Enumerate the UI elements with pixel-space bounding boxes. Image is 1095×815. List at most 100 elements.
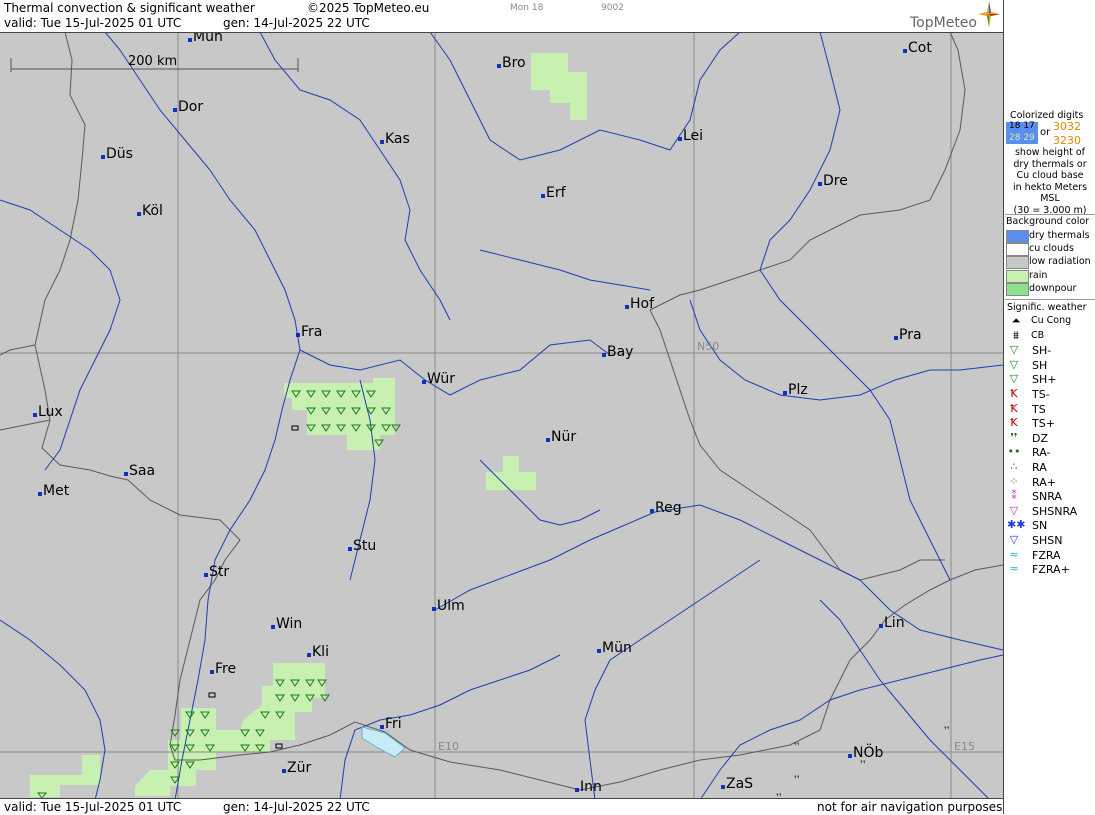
city-label: Saa	[129, 463, 155, 479]
generated-time: gen: 14-Jul-2025 22 UTC	[223, 16, 370, 30]
city-marker	[597, 649, 601, 653]
city-label: Win	[276, 616, 302, 632]
snow-icon: ✱✱	[1007, 518, 1026, 532]
showers-icon: ▽	[1009, 357, 1019, 371]
legend-weather-label: RA+	[1032, 475, 1056, 489]
city-marker	[422, 380, 426, 384]
city-label: Pra	[899, 327, 922, 343]
legend-digits-orange-2: 3230	[1053, 134, 1081, 147]
svg-text:❜❜: ❜❜	[860, 760, 866, 770]
thunderstorm-light-icon: Ꝁ	[1010, 387, 1018, 400]
legend-weather-label: CB	[1031, 329, 1045, 341]
drizzle-icon: ❜❜	[1010, 430, 1018, 444]
city-marker	[188, 38, 192, 42]
city-marker	[173, 108, 177, 112]
copyright: ©2025 TopMeteo.eu	[307, 1, 430, 15]
map-footer: valid: Tue 15-Jul-2025 01 UTC gen: 14-Ju…	[0, 798, 1003, 815]
rain-icon: ∴	[1010, 460, 1018, 473]
city-marker	[38, 492, 42, 496]
city-label: Mün	[602, 640, 632, 656]
city-label: Dor	[178, 99, 203, 115]
city-label: Zür	[287, 760, 311, 776]
legend-color-label: low radiation	[1029, 256, 1091, 268]
legend-weather-label: RA	[1032, 461, 1047, 474]
city-marker	[101, 155, 105, 159]
city-marker	[497, 64, 501, 68]
scale-label: 200 km	[128, 54, 177, 69]
legend-weather-label: FZRA+	[1032, 563, 1070, 577]
rain-heavy-icon: ⁘	[1009, 474, 1019, 488]
city-label: Düs	[106, 146, 133, 162]
legend-weather-label: SHSNRA	[1032, 504, 1078, 518]
legend-color-label: dry thermals	[1029, 230, 1090, 241]
legend-color-label: downpour	[1029, 282, 1077, 294]
rain-light-icon: ••	[1007, 445, 1021, 459]
digits-swatch: 18 17 28 29	[1006, 121, 1038, 144]
legend-desc-line: in hekto Meters	[1012, 181, 1088, 193]
city-label: Stu	[353, 538, 376, 554]
legend-weather-label: DZ	[1032, 431, 1049, 445]
legend-digits-description: show height of dry thermals or Cu cloud ba…	[1004, 147, 1095, 217]
city-label: Kas	[385, 131, 410, 147]
svg-text:❜❜: ❜❜	[794, 775, 800, 785]
city-marker	[625, 305, 629, 309]
svg-text:❜❜: ❜❜	[794, 742, 800, 752]
legend-digits-orange-1: 3032	[1053, 120, 1081, 133]
snow-showers-icon: ▽	[1009, 533, 1019, 546]
showers-heavy-icon: ▽	[1009, 372, 1019, 386]
city-marker	[848, 754, 852, 758]
freezing-rain-heavy-icon: ≈	[1009, 562, 1019, 576]
legend-weather-label: FZRA	[1032, 548, 1061, 562]
city-marker	[348, 547, 352, 551]
city-label: Dre	[823, 173, 848, 189]
snow-rain-showers-icon: ▽	[1009, 503, 1019, 517]
city-label: Bro	[502, 55, 526, 71]
legend-weather-label: SH-	[1032, 344, 1052, 358]
city-label: ZaS	[726, 776, 753, 792]
city-label: Cot	[908, 40, 932, 56]
legend-weather-label: Cu Cong	[1031, 315, 1072, 326]
city-label: Lin	[884, 615, 905, 631]
city-marker	[541, 194, 545, 198]
topmeteo-logo[interactable]: TopMeteo	[910, 15, 977, 31]
legend-desc-line: Cu cloud base	[1016, 170, 1084, 182]
legend-weather-label: TS	[1032, 402, 1046, 416]
city-marker	[282, 769, 286, 773]
legend-weather-label: SHSN	[1032, 534, 1063, 547]
city-marker	[602, 353, 606, 357]
city-label: Wür	[427, 371, 455, 387]
thunderstorm-icon: Ꝁ	[1010, 401, 1018, 415]
city-marker	[296, 333, 300, 337]
svg-text:❜❜: ❜❜	[944, 726, 950, 736]
city-marker	[818, 182, 822, 186]
weather-map[interactable]: ❜❜ ❜❜ ❜❜ ❜❜ ❜❜ 200 km N50 E10 E15 Mün Bro Cot D…	[0, 0, 1095, 814]
snow-rain-icon: ⁑	[1011, 489, 1017, 503]
legend-color-swatch	[1006, 243, 1029, 257]
city-marker	[33, 413, 37, 417]
city-label: Inn	[580, 779, 602, 795]
legend-weather-label: SNRA	[1032, 490, 1062, 504]
city-label: Hof	[630, 296, 655, 312]
city-label: Kli	[312, 644, 329, 660]
city-label: Met	[43, 483, 70, 499]
legend-sig-title: Signific. weather	[1007, 302, 1087, 313]
valid-time: valid: Tue 15-Jul-2025 01 UTC	[4, 16, 182, 30]
legend-weather-label: SH	[1032, 358, 1048, 372]
run-info: 9002	[601, 3, 624, 13]
city-marker	[546, 438, 550, 442]
city-label: Str	[209, 564, 229, 580]
city-marker	[307, 653, 311, 657]
city-marker	[380, 725, 384, 729]
city-label: Plz	[788, 382, 808, 398]
legend-color-label: rain	[1029, 269, 1048, 281]
footer-valid-time: valid: Tue 15-Jul-2025 01 UTC	[4, 800, 182, 814]
legend-weather-label: TS-	[1032, 388, 1050, 401]
legend-or: or	[1040, 127, 1051, 138]
legend-color-label: cu clouds	[1029, 243, 1074, 255]
city-marker	[894, 336, 898, 340]
footer-generated-time: gen: 14-Jul-2025 22 UTC	[223, 800, 370, 814]
legend-weather-label: TS+	[1032, 417, 1055, 431]
city-marker	[879, 624, 883, 628]
city-label: Fra	[301, 324, 322, 340]
legend-desc-line: show height of	[1014, 147, 1086, 158]
